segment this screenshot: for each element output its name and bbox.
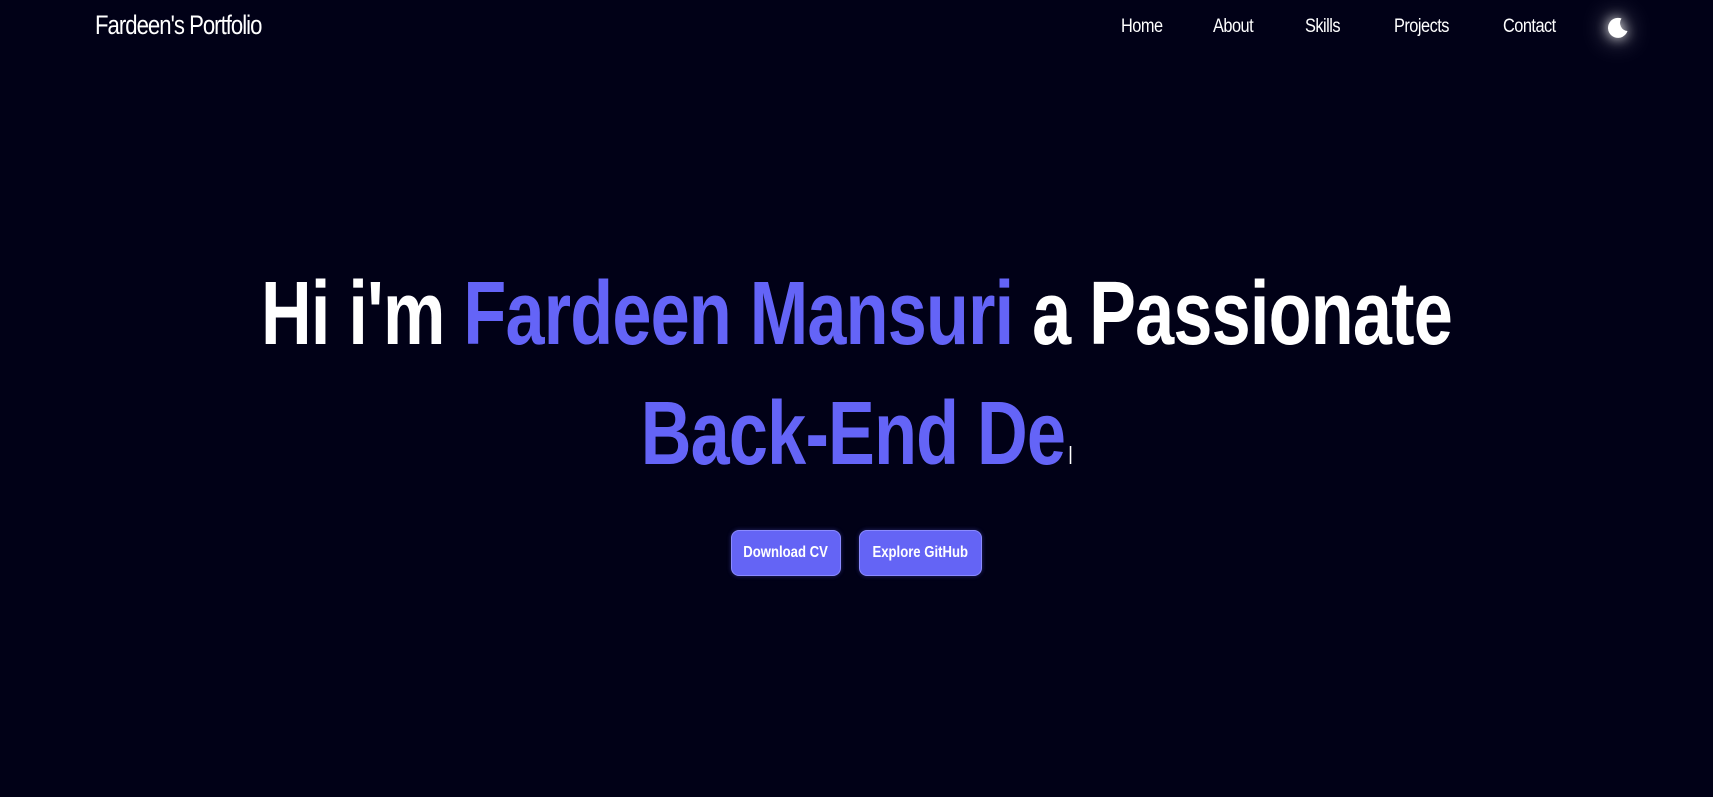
nav-home[interactable]: Home <box>1121 16 1163 38</box>
nav-skills[interactable]: Skills <box>1305 16 1341 38</box>
hero-tagline: a Passionate <box>1032 264 1453 364</box>
explore-github-label: Explore GitHub <box>872 544 969 561</box>
hero-heading-line-1: Hi i'm Fardeen Mansuri a Passionate <box>0 263 1713 366</box>
download-cv-label: Download CV <box>743 544 829 561</box>
download-cv-button[interactable]: Download CV <box>731 530 841 576</box>
hero-name: Fardeen Mansuri <box>463 264 1014 364</box>
moon-icon[interactable] <box>1606 16 1630 40</box>
navbar: Fardeen's Portfolio Home About Skills Pr… <box>0 0 1713 56</box>
nav-contact[interactable]: Contact <box>1503 16 1556 38</box>
nav-about[interactable]: About <box>1213 16 1254 38</box>
explore-github-button[interactable]: Explore GitHub <box>859 530 982 576</box>
nav-links: Home About Skills Projects Contact <box>0 16 1713 46</box>
hero-greeting: Hi i'm <box>260 264 445 364</box>
hero-typed-role: Back-End De <box>641 384 1066 484</box>
page: Fardeen's Portfolio Home About Skills Pr… <box>0 0 1713 797</box>
typing-cursor <box>1070 446 1072 464</box>
hero-heading-line-2: Back-End De <box>0 383 1713 486</box>
nav-projects[interactable]: Projects <box>1394 16 1449 38</box>
